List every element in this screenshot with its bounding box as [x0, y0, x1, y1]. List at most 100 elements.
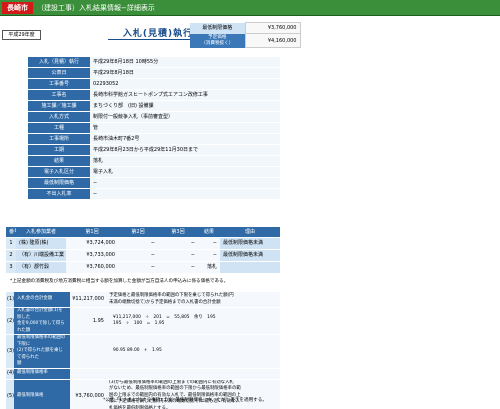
info-row: 工期 平成29年8月23日から平成29年11月30日まで — [28, 144, 280, 156]
bid-round-1: ¥3,724,000 — [66, 236, 118, 249]
calc-row: (3) 最低制限価格率の範囲の下限に (2)で得られた額を乗じて得られた 額 90.… — [6, 334, 280, 368]
info-table: 入札（見積）執行 平成29年8月18日 10時55分 公表日 平成29年8月18日 工事… — [28, 57, 280, 200]
bid-round-1: ¥3,760,000 — [66, 260, 118, 273]
bid-round-2: − — [118, 236, 158, 249]
calc-row: (4) 最低制限価格率 — [6, 367, 280, 379]
bid-table: 番号入札参加業者第1回第2回第3回結果理由 1(株) 隆原(株)¥3,724,0… — [6, 227, 280, 273]
header-bar: 長崎市 （建設工事）入札結果情報−詳細表示 — [0, 0, 500, 16]
info-key: 最低制限価格 — [28, 177, 90, 189]
bid-number: 1 — [6, 236, 16, 249]
bid-reason: 最低制限価格未満 — [220, 248, 280, 261]
calc-description: 予定価格と最低制限価格率の範囲の下限を乗じて得られた額(円 未満の端数切捨て)から… — [106, 291, 280, 308]
bid-round-1: ¥3,733,000 — [66, 248, 118, 261]
calc-label: 最低制限価格率 — [14, 367, 70, 379]
bid-result: − — [198, 236, 220, 249]
info-key: 入札方式 — [28, 111, 90, 123]
bid-header-cell: 第3回 — [158, 227, 198, 237]
info-key: 工事名 — [28, 89, 90, 101]
calc-label: 入札金の合計金額 — [14, 291, 70, 308]
info-row: 入札（見積）執行 平成29年8月18日 10時55分 — [28, 57, 280, 68]
calc-line: 90.95 89.00 + 1.95 — [113, 348, 162, 353]
info-key: 工期 — [28, 144, 90, 156]
bid-reason: 最低制限価格未満 — [220, 236, 280, 249]
info-row: 入札方式 制限付一般競争入札（事前審査型） — [28, 111, 280, 123]
calc-row: (5) 最低制限価格 ¥3,760,000 (3)から最低制限価格率の範囲の上限までの… — [6, 378, 280, 409]
planned-price-value: ¥4,160,000 — [244, 33, 301, 48]
bid-row: 2 （有）川端設備工業 ¥3,733,000− − − 最低制限価格未満 — [6, 248, 280, 261]
bid-result: − — [198, 248, 220, 261]
calc-number: (3) — [6, 334, 14, 368]
info-value: 平成29年8月18日 10時55分 — [90, 57, 280, 68]
info-row: 工事名 長崎市科学館ガスヒートポンプ式エアコン改修工事 — [28, 89, 280, 101]
bid-result: 落札 — [198, 260, 220, 273]
calc-number: (5) — [6, 378, 14, 409]
bid-header-cell: 第1回 — [66, 227, 118, 237]
bid-round-2: − — [118, 260, 158, 273]
info-row: 工事番号 02293052 — [28, 78, 280, 90]
min-price-value: ¥3,760,000 — [244, 22, 301, 34]
calc-line: 未満の端数切捨て)から予定価格までの入札書の合計金額 — [109, 299, 221, 305]
info-value: 02293052 — [90, 78, 280, 90]
info-value: 平成29年8月18日 — [90, 67, 280, 79]
info-value: − — [90, 177, 280, 189]
page: 長崎市 （建設工事）入札結果情報−詳細表示 平成29年度 入札(見積)執行書 最… — [0, 0, 500, 409]
info-value: 落札 — [90, 155, 280, 167]
bid-header-cell: 入札参加業者 — [16, 227, 66, 237]
calc-line: 195 ÷ 100 = 1.95 — [113, 321, 165, 326]
calc-amount: ¥3,760,000 — [70, 378, 106, 409]
bidder-name[interactable]: （有）川端設備工業 — [16, 248, 66, 261]
bid-header-cell: 番号 — [6, 227, 16, 237]
bid-round-2: − — [118, 248, 158, 261]
bid-round-3: − — [158, 260, 198, 273]
calc-row: (1) 入札金の合計金額 ¥11,217,000 予定価格と最低制限価格率の範囲の下限… — [6, 291, 280, 308]
info-key: 施工課／施工課 — [28, 100, 90, 112]
bid-row: 3 （有）郡竹穀 ¥3,760,000− − 落札 — [6, 260, 280, 273]
calc-number: (1) — [6, 291, 14, 308]
info-key: 公表日 — [28, 67, 90, 79]
info-row: 工事場所 長崎市油木町7番2号 — [28, 133, 280, 145]
calc-description: 90.95 89.00 + 1.95 — [106, 334, 280, 368]
fiscal-year-label: 平成29年度 — [2, 30, 41, 40]
calc-line: 札価格を最低制限価格とする。 — [109, 405, 171, 409]
calc-description: (3)から最低制限価格率の範囲の上限までの範囲内に有効な入札 がないため、最低制限… — [106, 378, 280, 409]
bid-round-3: − — [158, 236, 198, 249]
footnote-proviso: *公告「1.入札に付する事項」「(8) 最低制限価格」中、ただし書きを適用する。 — [103, 398, 267, 403]
info-value: 平成29年8月23日から平成29年11月30日まで — [90, 144, 280, 156]
calc-amount — [70, 367, 106, 379]
planned-price-label: 予定価格 （消費税抜く） — [190, 33, 245, 48]
info-value: − — [90, 188, 280, 200]
info-key: 入札（見積）執行 — [28, 57, 90, 68]
info-value: 管 — [90, 122, 280, 134]
bid-header-cell: 結果 — [198, 227, 220, 237]
bid-row: 1 (株) 隆原(株) ¥3,724,000− − − 最低制限価格未満 — [6, 236, 280, 249]
info-row: 不出入札率 − — [28, 188, 280, 200]
bid-reason — [220, 260, 280, 273]
city-badge[interactable]: 長崎市 — [2, 2, 33, 14]
info-row: 結果 落札 — [28, 155, 280, 167]
footnote-tax: *上記金額の消費税及び地方消費税に相当する額を加算した金額が当方自法人の申込みに… — [10, 279, 229, 284]
info-value: 長崎市科学館ガスヒートポンプ式エアコン改修工事 — [90, 89, 280, 101]
calc-description — [106, 367, 280, 379]
info-row: 工種管 — [28, 122, 280, 134]
calc-label: 最低制限価格 — [14, 378, 70, 409]
calc-table: (1) 入札金の合計金額 ¥11,217,000 予定価格と最低制限価格率の範囲の下限… — [6, 291, 280, 409]
min-price-label: 最低制限価格 — [190, 22, 245, 34]
bidder-name[interactable]: （有）郡竹穀 — [16, 260, 66, 273]
calc-number: (4) — [6, 367, 14, 379]
calc-amount: ¥11,217,000 — [70, 291, 106, 308]
info-row: 施工課／施工課 まちづくり部 (旧) 設備課 — [28, 100, 280, 112]
info-key: 不出入札率 — [28, 188, 90, 200]
bid-header-cell: 理由 — [220, 227, 280, 237]
info-key: 結果 — [28, 155, 90, 167]
info-key: 工事場所 — [28, 133, 90, 145]
info-value: まちづくり部 (旧) 設備課 — [90, 100, 280, 112]
calc-amount — [70, 334, 106, 368]
info-row: 電子入札区分 電子入札 — [28, 166, 280, 178]
info-key: 工種 — [28, 122, 90, 134]
info-value: 制限付一般競争入札（事前審査型） — [90, 111, 280, 123]
calc-amount: 1.95 — [70, 307, 106, 335]
calc-number: (2) — [6, 307, 14, 335]
info-value: 電子入札 — [90, 166, 280, 178]
bidder-name[interactable]: (株) 隆原(株) — [16, 236, 66, 249]
info-key: 電子入札区分 — [28, 166, 90, 178]
